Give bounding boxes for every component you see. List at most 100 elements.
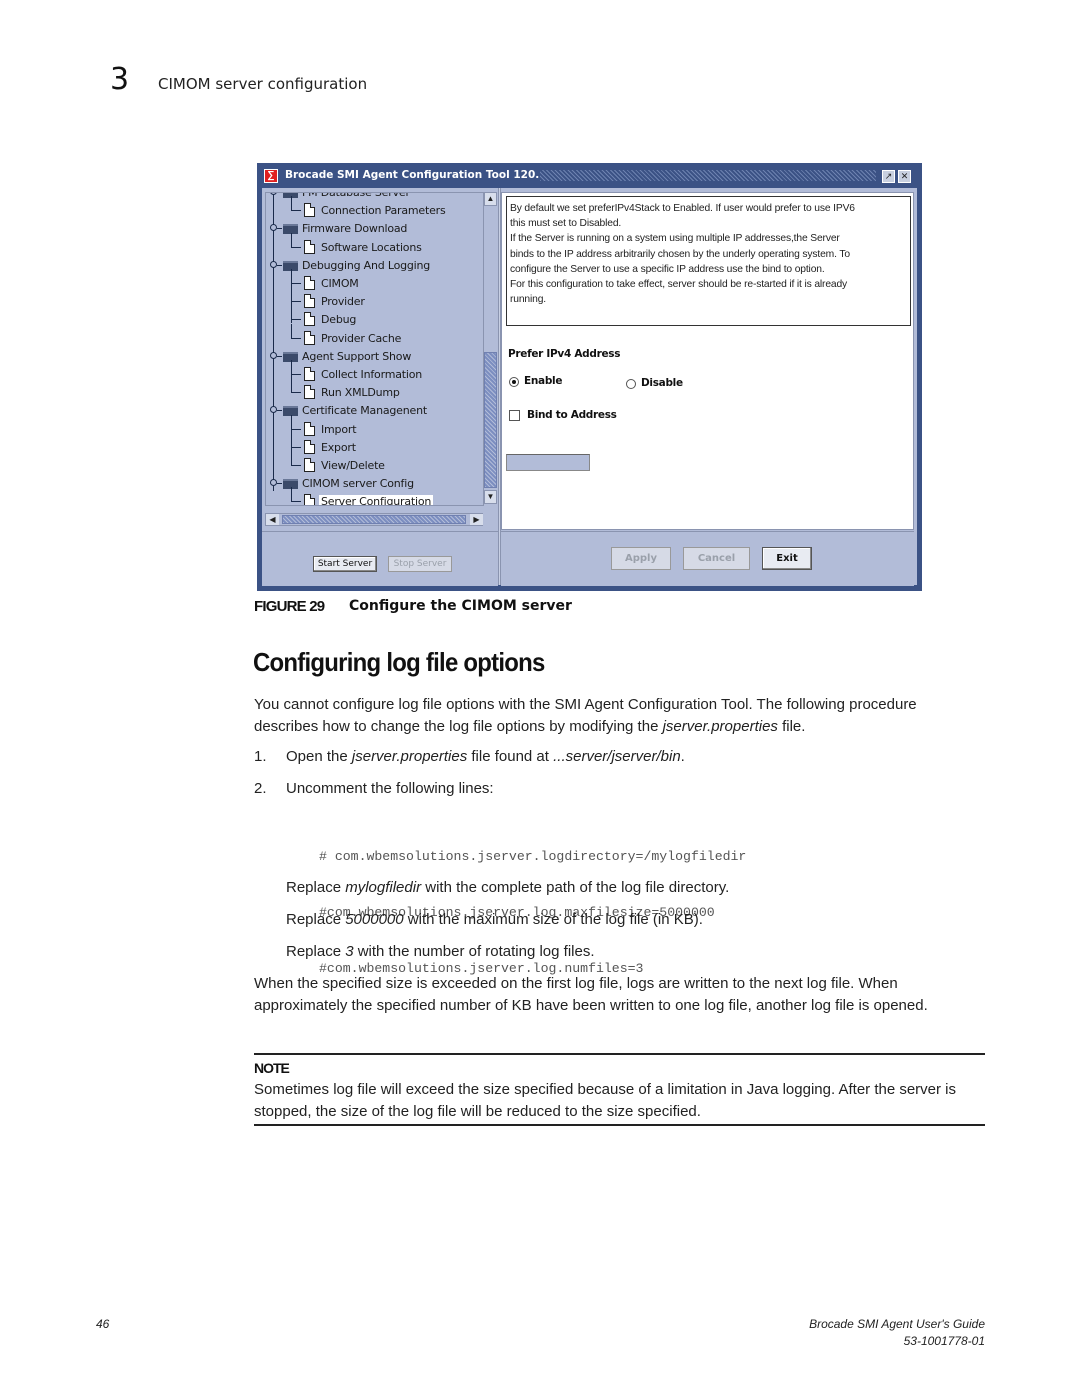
tree-leaf-node[interactable]: Import [266, 414, 484, 439]
tree-connector [291, 232, 292, 247]
step-2-number: 2. [254, 780, 267, 797]
expand-toggle-icon[interactable] [270, 193, 277, 200]
tree-connector [291, 323, 292, 338]
scroll-up-icon[interactable]: ▲ [484, 192, 497, 206]
apply-button[interactable]: Apply [611, 547, 671, 570]
close-icon[interactable]: ✕ [898, 170, 911, 183]
tree-folder-node[interactable]: Certificate Managenent [266, 402, 484, 420]
restore-icon[interactable]: ↗ [882, 170, 895, 183]
tree-leaf-node[interactable]: Server Configuration [266, 487, 484, 505]
info-line: binds to the IP address arbitrarily chos… [510, 248, 850, 260]
expand-toggle-icon[interactable] [270, 351, 277, 364]
text-run: . [680, 748, 685, 765]
text-run: Open the [286, 748, 352, 765]
tree-folder-node[interactable]: CIMOM server Config [266, 475, 484, 493]
tree-folder-node[interactable]: Debugging And Logging [266, 257, 484, 275]
document-icon [304, 203, 315, 218]
enable-radio-label: Enable [524, 375, 563, 387]
text-run: Uncomment the following lines: [286, 780, 494, 797]
tree-folder-node[interactable]: Firmware Download [266, 220, 484, 238]
expand-toggle-icon[interactable] [270, 224, 277, 237]
tree-leaf-node[interactable]: Run XMLDump [266, 378, 484, 402]
page-number: 46 [96, 1317, 110, 1331]
text-run: file found at [467, 748, 554, 765]
emphasis-text: ...server/jserver/bin [553, 748, 681, 765]
tree-node-label: CIMOM server Config [302, 477, 414, 491]
tree-connector [277, 228, 282, 230]
tree-connector [291, 392, 301, 394]
chapter-title: CIMOM server configuration [158, 75, 368, 93]
scroll-thumb[interactable] [484, 352, 497, 488]
tree-node-label: Collect Information [321, 368, 423, 381]
server-configuration-panel: By default we set preferIPv4Stack to Ena… [501, 192, 914, 530]
tree-connector [291, 487, 292, 502]
note-label: NOTE [254, 1060, 290, 1076]
tree-node-label: Debug [321, 313, 357, 327]
guide-title: Brocade SMI Agent User's Guide [809, 1317, 985, 1331]
cancel-button[interactable]: Cancel [683, 547, 750, 570]
window-titlebar: ∑ Brocade SMI Agent Configuration Tool 1… [257, 163, 922, 188]
tree-leaf-node[interactable]: Connection Parameters [266, 196, 484, 220]
start-server-button[interactable]: Start Server [313, 556, 377, 572]
scroll-right-icon[interactable]: ▶ [470, 514, 483, 525]
action-button-panel: Apply Cancel Exit [501, 531, 914, 586]
tree-leaf-node[interactable]: CIMOM [266, 269, 484, 293]
text-run: with the number of rotating log files. [353, 943, 595, 960]
scroll-thumb[interactable] [282, 515, 466, 524]
tree-node-label: Certificate Managenent [302, 404, 427, 418]
tree-leaf-node[interactable]: Provider Cache [266, 323, 484, 348]
tree-leaf-node[interactable]: Software Locations [266, 232, 484, 257]
tree-vertical-scrollbar[interactable]: ▲ ▼ [483, 192, 497, 506]
tree-node-label: Export [321, 440, 356, 454]
titlebar-pattern [540, 170, 876, 181]
tree-leaf-node[interactable]: Collect Information [266, 360, 484, 384]
tree-leaf-node[interactable]: Export [266, 432, 484, 457]
enable-radio[interactable] [509, 377, 519, 387]
text-run: with the complete path of the log file d… [421, 879, 730, 896]
scroll-left-icon[interactable]: ◀ [266, 514, 279, 525]
exit-button[interactable]: Exit [762, 547, 812, 570]
tree-connector [291, 414, 292, 433]
tree-node-label: Debugging And Logging [302, 258, 431, 272]
code-block: # com.wbemsolutions.jserver.logdirectory… [319, 811, 746, 997]
config-tool-window: ∑ Brocade SMI Agent Configuration Tool 1… [257, 163, 922, 591]
tree-node-label: Server Configuration [319, 495, 434, 505]
tree-node-label: Provider Cache [321, 331, 402, 345]
tree-horizontal-scrollbar[interactable]: ◀ ▶ [265, 513, 483, 526]
tree-leaf-node[interactable]: View/Delete [266, 451, 484, 475]
tree-folder-node[interactable]: Agent Support Show [266, 348, 484, 366]
bind-address-input[interactable] [506, 454, 590, 471]
disable-radio-label: Disable [641, 377, 683, 389]
tree-leaf-node[interactable]: Debug [266, 305, 484, 329]
document-icon [304, 421, 315, 436]
emphasis-text: 5000000 [345, 911, 404, 928]
replace-note: Replace 3 with the number of rotating lo… [286, 943, 595, 960]
tree-connector [291, 196, 292, 211]
info-line: If the Server is running on a system usi… [510, 233, 840, 245]
expand-toggle-icon[interactable] [270, 406, 277, 419]
document-number: 53-1001778-01 [903, 1334, 985, 1348]
stop-server-button[interactable]: Stop Server [388, 556, 452, 572]
navigation-tree: FM Database Server Connection Parameters F… [265, 192, 485, 506]
scroll-down-icon[interactable]: ▼ [484, 490, 497, 504]
info-line: running. [510, 294, 547, 306]
info-line: For this configuration to take effect, s… [510, 279, 848, 291]
document-icon [304, 312, 315, 327]
expand-toggle-icon[interactable] [270, 479, 277, 492]
figure-caption: Configure the CIMOM server [349, 598, 572, 614]
document-icon [304, 367, 315, 381]
bind-to-address-checkbox[interactable] [509, 410, 520, 421]
tree-connector [291, 301, 301, 303]
note-top-rule [254, 1053, 985, 1055]
expand-toggle-icon[interactable] [270, 260, 277, 273]
text-run: Replace [286, 943, 346, 960]
tree-connector [291, 337, 301, 339]
tree-leaf-node[interactable]: Provider [266, 287, 484, 311]
tree-connector [291, 446, 301, 448]
intro-paragraph: You cannot configure log file options wi… [254, 694, 984, 737]
tree-folder-node[interactable]: FM Database Server [266, 193, 484, 202]
step-1-text: Open the jserver.properties file found a… [286, 748, 685, 765]
info-line: configure the Server to use a specific I… [510, 263, 825, 275]
note-text: Sometimes log file will exceed the size … [254, 1081, 957, 1120]
disable-radio[interactable] [626, 379, 636, 389]
